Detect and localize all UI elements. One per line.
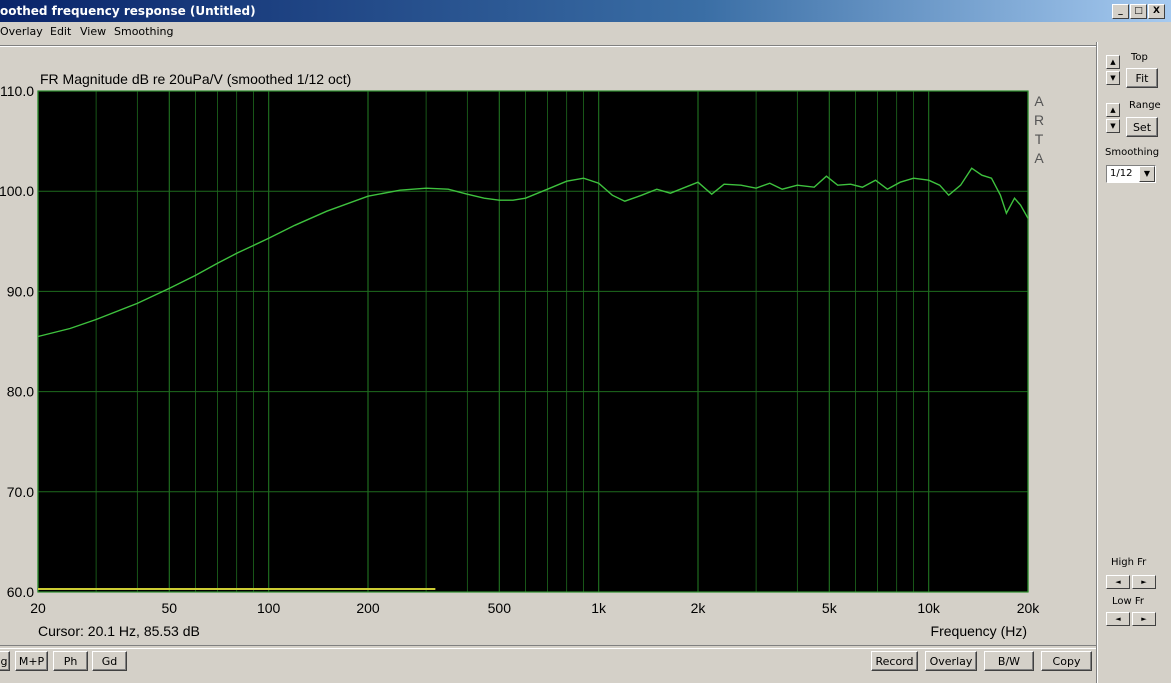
overlay-button[interactable]: Overlay xyxy=(925,651,977,671)
x-tick-label: 20 xyxy=(30,600,46,616)
arta-brand-letter: A xyxy=(1034,93,1044,109)
arta-brand-letter: T xyxy=(1035,131,1044,147)
maximize-button[interactable]: □ xyxy=(1130,4,1147,19)
range-up-spin[interactable]: ▲ xyxy=(1106,103,1120,117)
x-tick-label: 100 xyxy=(257,600,281,616)
menu-bar: Overlay Edit View Smoothing xyxy=(0,22,1171,42)
range-down-spin[interactable]: ▼ xyxy=(1106,119,1120,133)
high-fr-left-button[interactable]: ◄ xyxy=(1106,575,1130,589)
right-arrow-icon: ► xyxy=(1141,615,1147,623)
bw-button[interactable]: B/W xyxy=(984,651,1034,671)
fit-button[interactable]: Fit xyxy=(1126,68,1158,88)
cursor-readout: Cursor: 20.1 Hz, 85.53 dB xyxy=(38,623,200,639)
plot-background xyxy=(38,91,1028,592)
arta-brand-letter: A xyxy=(1034,150,1044,166)
minimize-button[interactable]: _ xyxy=(1112,4,1129,19)
menu-view[interactable]: View xyxy=(80,25,106,38)
y-tick-label: 80.0 xyxy=(7,384,34,400)
down-arrow-icon: ▼ xyxy=(1110,74,1116,82)
high-fr-right-button[interactable]: ► xyxy=(1132,575,1156,589)
set-button[interactable]: Set xyxy=(1126,117,1158,137)
left-arrow-icon: ◄ xyxy=(1115,578,1121,586)
range-label: Range xyxy=(1129,100,1161,111)
status-separator xyxy=(0,645,1096,649)
smoothing-label: Smoothing xyxy=(1105,147,1160,158)
arta-brand-letter: R xyxy=(1034,112,1044,128)
record-button[interactable]: Record xyxy=(871,651,918,671)
high-fr-label: High Fr xyxy=(1111,557,1147,568)
mp-button[interactable]: M+P xyxy=(15,651,48,671)
window-title: oothed frequency response (Untitled) xyxy=(0,4,256,18)
title-bar: oothed frequency response (Untitled) _ □ X xyxy=(0,0,1171,22)
up-arrow-icon: ▲ xyxy=(1110,106,1116,114)
chart-title: FR Magnitude dB re 20uPa/V (smoothed 1/1… xyxy=(40,71,351,87)
phase-button[interactable]: Ph xyxy=(53,651,88,671)
low-fr-right-button[interactable]: ► xyxy=(1132,612,1156,626)
dropdown-arrow-icon: ▼ xyxy=(1139,166,1155,182)
menu-overlay[interactable]: Overlay xyxy=(0,25,43,38)
x-tick-label: 20k xyxy=(1017,600,1041,616)
left-arrow-icon: ◄ xyxy=(1115,615,1121,623)
close-button[interactable]: X xyxy=(1148,4,1165,19)
top-down-spin[interactable]: ▼ xyxy=(1106,71,1120,85)
plot-area: FR Magnitude dB re 20uPa/V (smoothed 1/1… xyxy=(0,50,1096,640)
menu-edit[interactable]: Edit xyxy=(50,25,71,38)
copy-button[interactable]: Copy xyxy=(1041,651,1092,671)
x-tick-label: 500 xyxy=(488,600,512,616)
side-panel-separator xyxy=(1096,42,1098,683)
menu-separator xyxy=(0,45,1096,47)
y-tick-label: 100.0 xyxy=(0,183,34,199)
low-fr-left-button[interactable]: ◄ xyxy=(1106,612,1130,626)
x-tick-label: 10k xyxy=(917,600,941,616)
group-delay-button[interactable]: Gd xyxy=(92,651,127,671)
down-arrow-icon: ▼ xyxy=(1110,122,1116,130)
smoothing-select[interactable]: 1/12 ▼ xyxy=(1106,165,1156,183)
y-tick-label: 70.0 xyxy=(7,484,34,500)
x-tick-label: 50 xyxy=(162,600,178,616)
top-up-spin[interactable]: ▲ xyxy=(1106,55,1120,69)
y-tick-label: 90.0 xyxy=(7,283,34,299)
x-tick-labels: 20 50 100 200 500 1k 2k 5k 10k 20k xyxy=(30,600,1040,616)
x-tick-label: 2k xyxy=(691,600,707,616)
y-tick-label: 110.0 xyxy=(0,83,34,99)
smoothing-value: 1/12 xyxy=(1110,168,1133,179)
y-tick-labels: 110.0 100.0 90.0 80.0 70.0 60.0 xyxy=(0,83,34,600)
right-arrow-icon: ► xyxy=(1141,578,1147,586)
x-axis-label: Frequency (Hz) xyxy=(931,623,1027,639)
low-fr-label: Low Fr xyxy=(1112,596,1145,607)
up-arrow-icon: ▲ xyxy=(1110,58,1116,66)
x-tick-label: 1k xyxy=(591,600,607,616)
menu-smoothing[interactable]: Smoothing xyxy=(114,25,173,38)
top-label: Top xyxy=(1131,52,1148,63)
x-tick-label: 200 xyxy=(356,600,380,616)
mag-button[interactable]: g xyxy=(0,651,10,671)
y-tick-label: 60.0 xyxy=(7,584,34,600)
x-tick-label: 5k xyxy=(822,600,838,616)
frequency-response-chart[interactable]: FR Magnitude dB re 20uPa/V (smoothed 1/1… xyxy=(0,50,1096,640)
arta-brand: ARTA xyxy=(1034,93,1044,166)
